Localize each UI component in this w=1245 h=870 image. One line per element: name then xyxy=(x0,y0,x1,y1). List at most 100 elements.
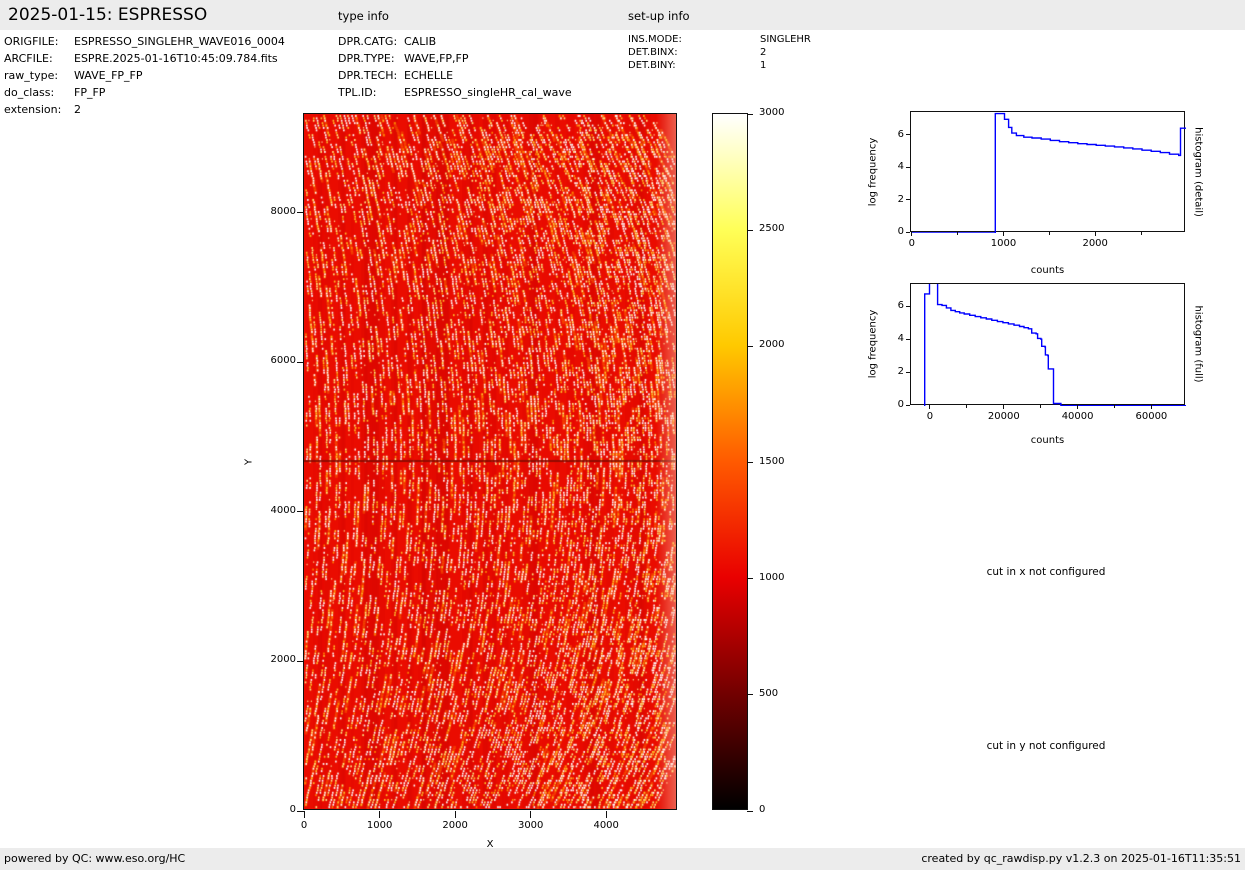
info-row: DPR.TECH: ECHELLE xyxy=(338,67,572,84)
main-plot-ylabel: Y xyxy=(243,458,255,465)
histogram-full-ylabel: log frequency xyxy=(867,309,879,379)
x-minor-tick-mark xyxy=(957,232,959,235)
x-minor-tick-mark xyxy=(966,405,968,408)
header-bar: 2025-01-15: ESPRESSO type info set-up in… xyxy=(0,0,1245,30)
y-tick-label: 2000 xyxy=(270,654,296,666)
colorbar-tick-label: 3000 xyxy=(759,107,785,118)
colorbar-tick-label: 2000 xyxy=(759,339,785,351)
y-tick-label: 4000 xyxy=(270,504,296,516)
info-value: FP_FP xyxy=(74,86,106,99)
info-label: DPR.TYPE: xyxy=(338,52,395,65)
histogram-detail-frame xyxy=(910,111,1186,233)
y-tick-mark xyxy=(906,166,910,168)
setup-info-block: INS.MODE: SINGLEHR DET.BINX: 2 DET.BINY: 1 xyxy=(628,33,811,72)
y-tick-mark xyxy=(906,231,910,233)
info-row: DET.BINY: 1 xyxy=(628,59,811,72)
y-tick-label: 6000 xyxy=(270,355,296,367)
info-label: INS.MODE: xyxy=(628,34,682,45)
info-row: extension: 2 xyxy=(4,101,285,118)
histogram-full-plot: log frequency histogram (full) counts 0 2… xyxy=(868,283,1204,446)
x-tick-label: 1000 xyxy=(990,238,1017,249)
info-row: DPR.CATG: CALIB xyxy=(338,33,572,50)
y-tick-label: 6 xyxy=(897,128,904,140)
colorbar-tick-mark xyxy=(747,694,753,696)
info-label: DET.BINY: xyxy=(628,60,676,71)
footer-bar: powered by QC: www.eso.org/HC created by… xyxy=(0,848,1245,870)
x-tick-label: 3000 xyxy=(517,820,544,831)
y-tick-label: 4 xyxy=(897,161,904,172)
x-tick-label: 0 xyxy=(300,820,308,831)
info-row: TPL.ID: ESPRESSO_singleHR_cal_wave xyxy=(338,84,572,101)
info-label: extension: xyxy=(4,103,62,116)
colorbar-tick-mark xyxy=(747,462,753,463)
x-tick-mark xyxy=(1003,232,1004,236)
raw-display-plot: X Y 0 1000 2000 3000 4000 0 2000 4000 6000 8000 xyxy=(244,113,677,850)
info-value: WAVE_FP_FP xyxy=(74,69,143,82)
info-value: WAVE,FP,FP xyxy=(404,52,469,65)
info-label: DPR.TECH: xyxy=(338,69,398,82)
page-title: 2025-01-15: ESPRESSO xyxy=(8,5,208,25)
colorbar-tick-mark xyxy=(747,810,753,812)
colorbar-tick-label: 1000 xyxy=(759,571,785,583)
x-tick-mark xyxy=(1150,405,1152,409)
y-tick-label: 4 xyxy=(897,333,904,345)
x-tick-mark xyxy=(1003,405,1005,409)
x-tick-label: 20000 xyxy=(987,411,1020,422)
info-value: 1 xyxy=(760,60,767,71)
x-tick-mark xyxy=(929,405,931,409)
y-tick-mark xyxy=(906,305,910,307)
info-row: ORIGFILE: ESPRESSO_SINGLEHR_WAVE016_0004 xyxy=(4,33,285,50)
info-value: CALIB xyxy=(404,35,437,48)
y-tick-label: 2 xyxy=(897,366,904,377)
x-tick-label: 2000 xyxy=(1082,238,1108,249)
info-label: ARCFILE: xyxy=(4,52,53,65)
y-tick-label: 0 xyxy=(897,226,904,237)
x-tick-mark xyxy=(530,811,532,818)
section-header-type-info: type info xyxy=(338,9,389,23)
y-tick-label: 0 xyxy=(289,804,296,815)
y-tick-label: 0 xyxy=(897,399,904,410)
histogram-detail-line xyxy=(911,112,1186,233)
info-row: INS.MODE: SINGLEHR xyxy=(628,33,811,46)
footer-powered-by: powered by QC: www.eso.org/HC xyxy=(4,852,186,865)
x-tick-mark xyxy=(1077,405,1079,409)
info-value: 2 xyxy=(760,47,767,58)
qc-report-page: 2025-01-15: ESPRESSO type info set-up in… xyxy=(0,0,1245,870)
x-tick-mark xyxy=(911,232,913,236)
info-value: 2 xyxy=(74,103,81,116)
info-value: SINGLEHR xyxy=(760,34,811,45)
colorbar-tick-mark xyxy=(747,113,753,115)
x-minor-tick-mark xyxy=(1140,232,1142,235)
x-minor-tick-mark xyxy=(1114,405,1115,408)
histogram-full-frame xyxy=(910,283,1186,406)
x-tick-mark xyxy=(379,811,381,818)
info-value: ECHELLE xyxy=(404,69,454,82)
x-tick-label: 1000 xyxy=(366,820,393,831)
x-tick-mark xyxy=(1094,232,1096,236)
y-tick-mark xyxy=(906,371,910,373)
info-label: DPR.CATG: xyxy=(338,35,398,48)
x-minor-tick-mark xyxy=(1048,232,1050,235)
y-tick-mark xyxy=(297,810,304,812)
x-tick-label: 0 xyxy=(908,238,915,249)
histogram-full-xlabel: counts xyxy=(1030,435,1065,446)
x-tick-label: 60000 xyxy=(1135,411,1168,422)
x-tick-label: 2000 xyxy=(442,820,468,831)
y-tick-mark xyxy=(906,338,910,340)
histogram-detail-plot: log frequency histogram (detail) counts … xyxy=(868,111,1204,276)
info-value: ESPRESSO_singleHR_cal_wave xyxy=(404,86,572,99)
type-info-block: DPR.CATG: CALIB DPR.TYPE: WAVE,FP,FP DPR.TEC… xyxy=(338,33,572,101)
colorbar-tick-label: 1500 xyxy=(759,455,785,467)
info-label: raw_type: xyxy=(4,69,59,82)
info-label: ORIGFILE: xyxy=(4,35,59,48)
x-tick-label: 40000 xyxy=(1061,411,1094,422)
info-row: DPR.TYPE: WAVE,FP,FP xyxy=(338,50,572,67)
section-header-setup-info: set-up info xyxy=(628,9,690,23)
x-tick-label: 0 xyxy=(926,411,934,422)
colorbar-tick-label: 2500 xyxy=(759,223,785,235)
y-tick-label: 2 xyxy=(897,193,904,205)
info-value: ESPRE.2025-01-16T10:45:09.784.fits xyxy=(74,52,278,65)
histogram-full-line xyxy=(924,284,1186,406)
info-value: ESPRESSO_SINGLEHR_WAVE016_0004 xyxy=(74,35,285,48)
y-tick-mark xyxy=(906,199,910,200)
